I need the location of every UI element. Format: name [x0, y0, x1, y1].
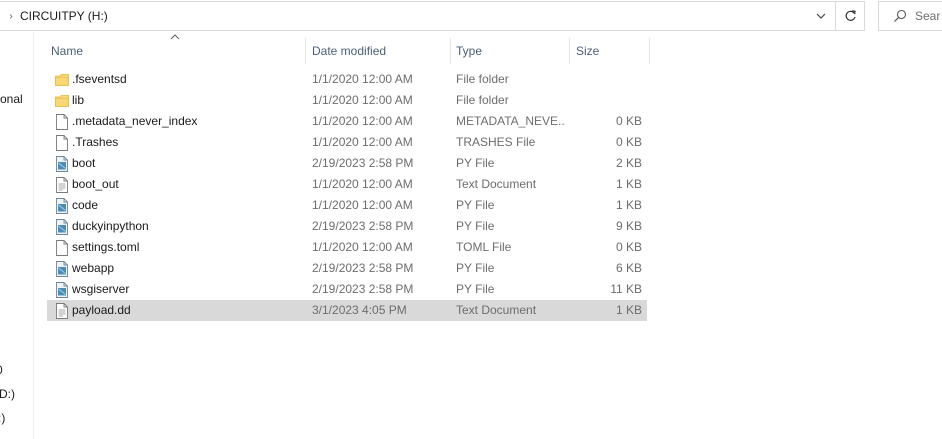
navigation-pane: onal 0 D:) :) — [0, 32, 34, 439]
file-name: boot — [72, 156, 96, 170]
file-type: PY File — [456, 261, 495, 275]
py-file-icon — [55, 156, 69, 172]
file-name: lib — [72, 93, 85, 107]
chevron-right-icon[interactable]: › — [2, 11, 20, 22]
file-name: webapp — [72, 261, 115, 275]
column-divider[interactable] — [305, 38, 306, 64]
folder-icon — [55, 72, 69, 88]
file-size: 1 KB — [615, 303, 642, 317]
file-type: PY File — [456, 156, 495, 170]
file-name: code — [72, 198, 99, 212]
table-row[interactable]: .Trashes 1/1/2020 12:00 AM TRASHES File 0 K… — [47, 132, 647, 153]
file-size — [569, 69, 642, 90]
file-type: Text Document — [456, 303, 537, 317]
py-file-icon — [55, 261, 69, 277]
file-name: .metadata_never_index — [72, 114, 198, 128]
table-row[interactable]: duckyinpython 2/19/2023 2:58 PM PY File 9 K… — [47, 216, 647, 237]
table-row[interactable]: boot_out 1/1/2020 12:00 AM Text Document 1 … — [47, 174, 647, 195]
file-size: 2 KB — [615, 156, 642, 170]
file-icon — [55, 240, 69, 256]
file-name: settings.toml — [72, 240, 140, 254]
file-size: 0 KB — [615, 135, 642, 149]
file-name: .fseventsd — [72, 72, 127, 86]
file-size — [569, 90, 642, 111]
file-type: PY File — [456, 219, 495, 233]
file-date-modified: 3/1/2023 4:05 PM — [312, 303, 407, 317]
file-date-modified: 2/19/2023 2:58 PM — [312, 156, 414, 170]
file-type: PY File — [456, 282, 495, 296]
py-file-icon — [55, 198, 69, 214]
table-row-selected[interactable]: payload.dd 3/1/2023 4:05 PM Text Document 1… — [47, 300, 647, 321]
file-name: duckyinpython — [72, 219, 149, 233]
column-header-type[interactable]: Type — [456, 38, 569, 64]
file-date-modified: 1/1/2020 12:00 AM — [312, 114, 413, 128]
table-row[interactable]: boot 2/19/2023 2:58 PM PY File 2 KB — [47, 153, 647, 174]
column-header-date[interactable]: Date modified — [312, 38, 450, 64]
table-row[interactable]: settings.toml 1/1/2020 12:00 AM TOML File 0… — [47, 237, 647, 258]
table-row[interactable]: .metadata_never_index 1/1/2020 12:00 AM ME… — [47, 111, 647, 132]
file-size: 11 KB — [610, 282, 642, 296]
file-type: PY File — [456, 198, 495, 212]
py-file-icon — [55, 282, 69, 298]
file-date-modified: 1/1/2020 12:00 AM — [312, 72, 413, 86]
file-type: File folder — [456, 93, 509, 107]
search-icon — [894, 9, 907, 22]
file-name: payload.dd — [72, 303, 131, 317]
folder-icon — [55, 93, 69, 109]
column-divider[interactable] — [450, 38, 451, 64]
file-icon — [55, 135, 69, 151]
file-type: Text Document — [456, 177, 537, 191]
address-path[interactable]: CIRCUITPY (H:) — [20, 9, 108, 23]
nav-item-drive[interactable]: 0 — [0, 363, 3, 377]
table-row[interactable]: .fseventsd 1/1/2020 12:00 AM File folder — [47, 69, 647, 90]
file-date-modified: 1/1/2020 12:00 AM — [312, 198, 413, 212]
table-row[interactable]: code 1/1/2020 12:00 AM PY File 1 KB — [47, 195, 647, 216]
chevron-down-icon[interactable] — [815, 10, 827, 22]
file-size: 1 KB — [615, 198, 642, 212]
file-icon — [55, 114, 69, 130]
file-date-modified: 2/19/2023 2:58 PM — [312, 261, 414, 275]
file-size: 0 KB — [615, 114, 642, 128]
address-bar[interactable]: › CIRCUITPY (H:) — [0, 1, 836, 31]
table-row[interactable]: wsgiserver 2/19/2023 2:58 PM PY File 11 KB — [47, 279, 647, 300]
text-file-icon — [55, 177, 69, 193]
file-list: .fseventsd 1/1/2020 12:00 AM File folder li… — [47, 69, 647, 321]
file-type: METADATA_NEVE... — [456, 114, 564, 128]
file-type: File folder — [456, 72, 509, 86]
text-file-icon — [55, 303, 69, 319]
file-size: 1 KB — [615, 177, 642, 191]
file-name: wsgiserver — [72, 282, 130, 296]
refresh-icon — [845, 9, 856, 21]
search-placeholder: Sear — [915, 9, 941, 23]
file-date-modified: 1/1/2020 12:00 AM — [312, 135, 413, 149]
nav-item-personal[interactable]: onal — [0, 92, 23, 106]
address-toolbar: › CIRCUITPY (H:) Sear — [0, 0, 942, 32]
search-box[interactable]: Sear — [878, 1, 942, 31]
column-divider[interactable] — [649, 38, 650, 64]
file-type: TRASHES File — [456, 135, 536, 149]
column-divider[interactable] — [569, 38, 570, 64]
file-name: boot_out — [72, 177, 119, 191]
column-header-size[interactable]: Size — [576, 38, 649, 64]
table-row[interactable]: lib 1/1/2020 12:00 AM File folder — [47, 90, 647, 111]
py-file-icon — [55, 219, 69, 235]
file-date-modified: 2/19/2023 2:58 PM — [312, 219, 414, 233]
file-size: 6 KB — [615, 261, 642, 275]
file-size: 9 KB — [615, 219, 642, 233]
refresh-button[interactable] — [836, 1, 865, 31]
file-name: .Trashes — [72, 135, 119, 149]
file-date-modified: 1/1/2020 12:00 AM — [312, 177, 413, 191]
file-date-modified: 2/19/2023 2:58 PM — [312, 282, 414, 296]
file-type: TOML File — [456, 240, 512, 254]
file-date-modified: 1/1/2020 12:00 AM — [312, 93, 413, 107]
file-size: 0 KB — [615, 240, 642, 254]
column-header-name[interactable]: Name — [51, 38, 305, 64]
nav-item-drive-d[interactable]: D:) — [0, 387, 15, 401]
table-row[interactable]: webapp 2/19/2023 2:58 PM PY File 6 KB — [47, 258, 647, 279]
file-date-modified: 1/1/2020 12:00 AM — [312, 240, 413, 254]
nav-item-drive-c[interactable]: :) — [0, 411, 5, 425]
